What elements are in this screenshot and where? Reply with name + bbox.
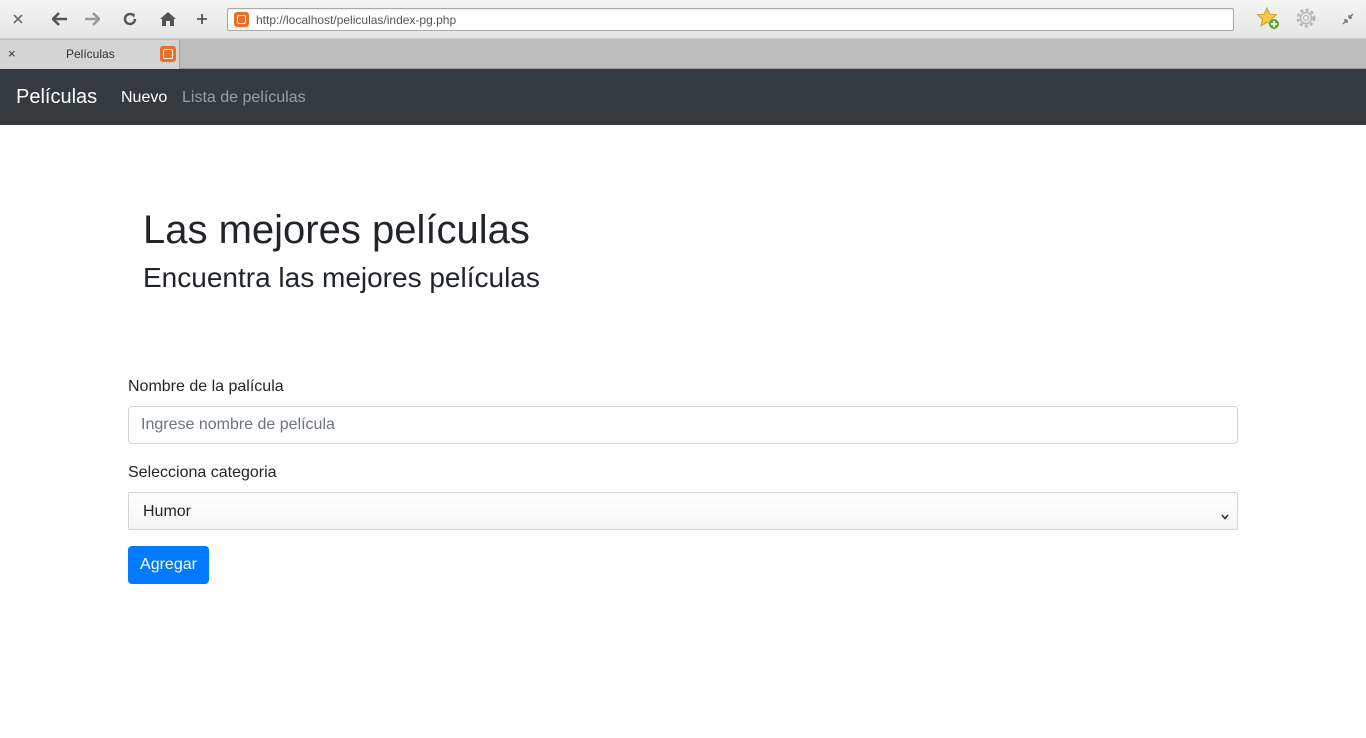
browser-toolbar: http://localhost/peliculas/index-pg.php <box>0 0 1366 39</box>
reload-icon[interactable] <box>118 8 142 30</box>
forward-icon[interactable] <box>80 8 104 30</box>
home-icon[interactable] <box>156 8 180 30</box>
tab-close-icon[interactable]: × <box>8 46 16 62</box>
bookmark-star-icon[interactable] <box>1256 6 1280 29</box>
tab-strip: × Películas <box>0 39 1366 69</box>
category-selected-value: Humor <box>143 503 192 520</box>
navbar-brand[interactable]: Películas <box>16 85 97 109</box>
navbar: Películas Nuevo Lista de películas <box>0 69 1366 125</box>
tab-title: Películas <box>66 47 115 61</box>
movie-name-label: Nombre de la palícula <box>128 378 284 395</box>
nav-link-lista[interactable]: Lista de películas <box>182 88 306 108</box>
category-select[interactable]: Humor <box>128 492 1238 530</box>
site-favicon <box>234 12 249 27</box>
tab-favicon-icon <box>160 46 176 62</box>
chevron-down-icon <box>1221 507 1229 525</box>
url-text[interactable]: http://localhost/peliculas/index-pg.php <box>256 12 456 28</box>
page-title: Las mejores películas <box>143 208 530 252</box>
back-icon[interactable] <box>48 8 72 30</box>
nav-link-nuevo[interactable]: Nuevo <box>121 88 167 108</box>
close-icon[interactable] <box>6 8 30 30</box>
page-subtitle: Encuentra las mejores películas <box>143 262 540 293</box>
browser-tab[interactable]: × Películas <box>0 40 180 69</box>
category-label: Selecciona categoria <box>128 464 277 481</box>
submit-button[interactable]: Agregar <box>128 546 209 584</box>
new-tab-icon[interactable] <box>190 8 214 30</box>
address-bar[interactable]: http://localhost/peliculas/index-pg.php <box>227 8 1234 31</box>
movie-name-input[interactable] <box>128 406 1238 444</box>
minimize-arrows-icon[interactable] <box>1336 8 1360 30</box>
settings-gear-icon[interactable] <box>1294 7 1318 29</box>
